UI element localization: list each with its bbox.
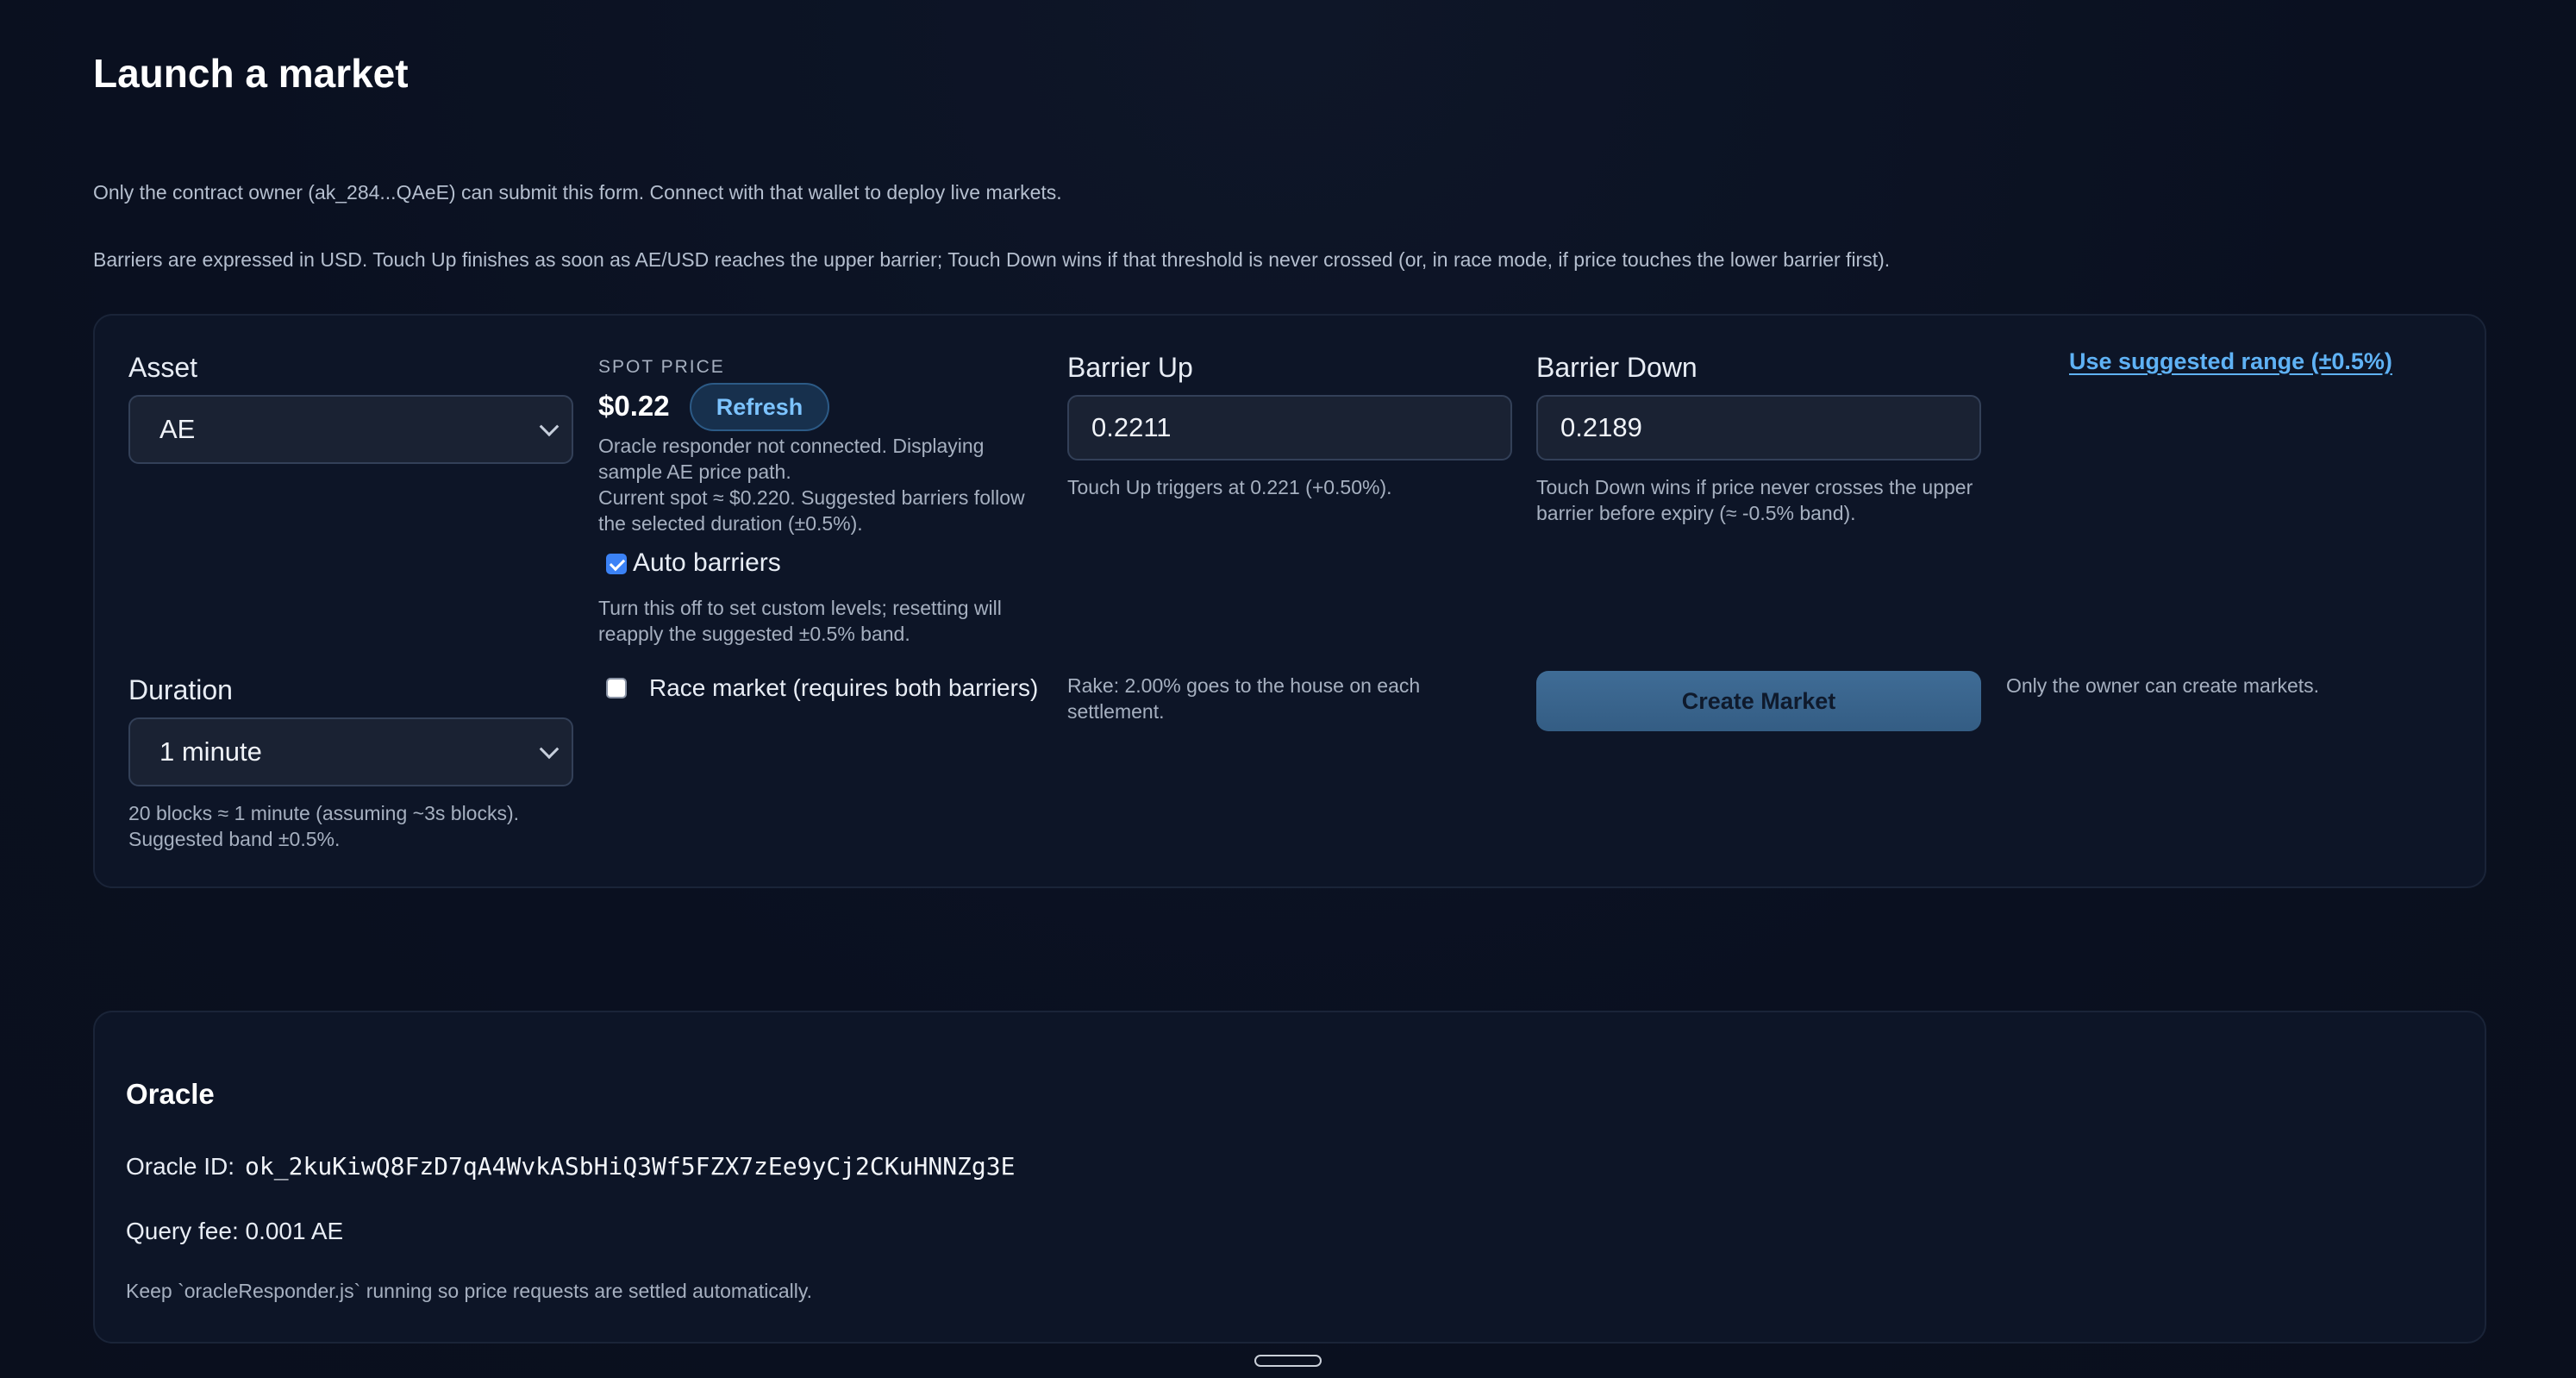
- chevron-down-icon: [539, 739, 560, 760]
- duration-select[interactable]: 1 minute: [128, 717, 573, 786]
- barrier-note: Barriers are expressed in USD. Touch Up …: [93, 248, 1891, 271]
- home-indicator[interactable]: [1254, 1355, 1322, 1367]
- duration-help: 20 blocks ≈ 1 minute (assuming ~3s block…: [128, 802, 520, 850]
- query-fee: Query fee: 0.001 AE: [126, 1218, 344, 1244]
- duration-label: Duration: [128, 674, 233, 705]
- auto-barriers-label: Auto barriers: [633, 548, 781, 577]
- race-market-checkbox[interactable]: [606, 678, 627, 698]
- barrier-down-input[interactable]: 0.2189: [1536, 395, 1981, 460]
- page: Launch a market Only the contract owner …: [0, 0, 2576, 1378]
- asset-select[interactable]: AE: [128, 395, 573, 464]
- refresh-button[interactable]: Refresh: [690, 383, 829, 431]
- auto-barriers-checkbox[interactable]: [606, 554, 627, 574]
- rake-text: Rake: 2.00% goes to the house on each se…: [1067, 674, 1421, 723]
- barrier-up-input[interactable]: 0.2211: [1067, 395, 1512, 460]
- barrier-down-help: Touch Down wins if price never crosses t…: [1536, 476, 1973, 524]
- auto-barriers-help: Turn this off to set custom levels; rese…: [598, 597, 1002, 645]
- race-market-label: Race market (requires both barriers): [649, 674, 1039, 701]
- barrier-up-help: Touch Up triggers at 0.221 (+0.50%).: [1067, 476, 1392, 498]
- oracle-title: Oracle: [126, 1078, 215, 1110]
- page-title: Launch a market: [93, 51, 409, 96]
- spot-price-value: $0.22: [598, 390, 670, 422]
- barrier-up-label: Barrier Up: [1067, 352, 1193, 383]
- oracle-id-label: Oracle ID:: [126, 1153, 235, 1180]
- asset-label: Asset: [128, 352, 198, 383]
- asset-select-value: AE: [159, 414, 196, 444]
- oracle-status-text: Oracle responder not connected. Displayi…: [598, 435, 1025, 535]
- owner-only-note: Only the owner can create markets.: [2006, 674, 2320, 697]
- owner-note: Only the contract owner (ak_284...QAeE) …: [93, 181, 1062, 204]
- barrier-down-label: Barrier Down: [1536, 352, 1698, 383]
- create-market-button[interactable]: Create Market: [1536, 671, 1981, 731]
- oracle-responder-note: Keep `oracleResponder.js` running so pri…: [126, 1280, 813, 1302]
- duration-select-value: 1 minute: [159, 736, 262, 767]
- oracle-id-row: Oracle ID: ok_2kuKiwQ8FzD7qA4WvkASbHiQ3Wf…: [126, 1152, 1015, 1181]
- chevron-down-icon: [539, 417, 560, 437]
- spot-price-label: SPOT PRICE: [598, 357, 725, 377]
- use-suggested-range-link[interactable]: Use suggested range (±0.5%): [2069, 348, 2392, 375]
- oracle-id-value: ok_2kuKiwQ8FzD7qA4WvkASbHiQ3Wf5FZX7zEe9y…: [245, 1152, 1016, 1181]
